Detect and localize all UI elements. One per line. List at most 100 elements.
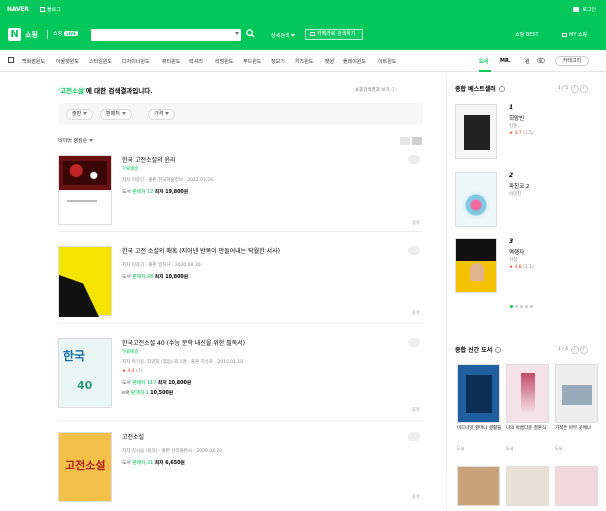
- detail-search-button[interactable]: 상세검색: [271, 32, 296, 39]
- wishlist-button[interactable]: [408, 432, 420, 441]
- filter-price[interactable]: 가격: [148, 109, 176, 120]
- search-input[interactable]: [91, 29, 241, 41]
- product-title[interactable]: 한국고전소설 40 (수능 문학 내신을 위한 필독서): [122, 338, 245, 347]
- product-title[interactable]: 한국 고전 소설의 매혹 (지어낸 반복이 만들어내는 탁월한 서사): [122, 246, 280, 255]
- chevron-down-icon: [83, 112, 88, 115]
- shopping-live-link[interactable]: 쇼핑 LIVE: [53, 30, 79, 37]
- free-shipping-badge: 무료배송: [122, 350, 139, 355]
- book-cover[interactable]: 한국 40: [58, 338, 112, 408]
- prev-button[interactable]: ‹: [570, 85, 579, 93]
- carousel-dot[interactable]: [510, 305, 513, 308]
- book-cover[interactable]: [506, 466, 549, 506]
- brand-link[interactable]: MR.: [500, 58, 511, 64]
- product-meta: 저자 이종인 · 출판 한국학술정보 · 2022.07.24.: [122, 178, 215, 183]
- brand-link[interactable]: 윈: [525, 58, 530, 65]
- product-item[interactable]: 고전소설 고전소설 저자 김시습 (원작) · 출판 신라출판사 · 2009.…: [58, 432, 423, 502]
- share-button[interactable]: 공유: [412, 494, 420, 500]
- cat-item[interactable]: 플레이윈도: [343, 58, 366, 65]
- new-book-title[interactable]: 나의 아름다운 결혼식: [506, 426, 551, 432]
- best-title[interactable]: 역행자: [509, 248, 524, 256]
- product-item[interactable]: 한국 40 한국고전소설 40 (수능 문학 내신을 위한 필독서) 무료배송 …: [58, 338, 423, 413]
- price-line: 도서 판매처 48 최저 10,800원: [122, 275, 189, 280]
- seller-count-link[interactable]: 판매처 48: [132, 275, 153, 280]
- next-button[interactable]: ›: [579, 85, 588, 93]
- wishlist-button[interactable]: [408, 338, 420, 347]
- book-cover[interactable]: [555, 466, 598, 506]
- shopping-best-link[interactable]: 쇼핑 BEST: [515, 31, 539, 38]
- toggle-switch[interactable]: [537, 58, 545, 63]
- book-cover[interactable]: [457, 466, 500, 506]
- book-cover[interactable]: [455, 104, 497, 159]
- product-item[interactable]: 한국 고전 소설의 매혹 (지어낸 반복이 만들어내는 탁월한 서사) 저자 김…: [58, 246, 423, 316]
- next-button[interactable]: ›: [579, 346, 588, 354]
- cat-item[interactable]: 장보기: [271, 58, 285, 65]
- product-title[interactable]: 한국 고전소설의 윤리: [122, 155, 176, 164]
- cat-item[interactable]: 리빙윈도: [215, 58, 233, 65]
- blog-link[interactable]: 블로그: [40, 6, 61, 13]
- cat-item-books[interactable]: 도서: [479, 58, 488, 65]
- rank: 2: [509, 172, 514, 179]
- share-button[interactable]: 공유: [412, 407, 420, 413]
- book-cover[interactable]: [506, 364, 549, 423]
- wishlist-button[interactable]: [408, 246, 420, 255]
- share-button[interactable]: 공유: [412, 310, 420, 316]
- filter-publisher[interactable]: 출판: [66, 109, 94, 120]
- search-button[interactable]: [246, 29, 258, 41]
- naver-logo[interactable]: NAVER: [7, 6, 29, 13]
- cat-item[interactable]: 푸드윈도: [243, 58, 261, 65]
- carousel-dot[interactable]: [525, 305, 528, 308]
- cat-item[interactable]: 키즈윈도: [295, 58, 313, 65]
- info-icon[interactable]: [495, 347, 502, 353]
- info-icon[interactable]: [498, 86, 505, 92]
- book-cover[interactable]: 고전소설: [58, 432, 112, 502]
- new-book-title[interactable]: 기적은 아무 곳에나: [555, 426, 600, 432]
- book-cover[interactable]: [58, 246, 112, 316]
- home-icon[interactable]: [8, 57, 14, 63]
- book-cover[interactable]: [58, 155, 112, 225]
- chevron-down-icon[interactable]: [235, 32, 239, 35]
- seller-count-link[interactable]: 판매처 21: [132, 461, 153, 466]
- book-cover[interactable]: [455, 238, 497, 293]
- book-cover[interactable]: [555, 364, 598, 423]
- seller-count-link[interactable]: 판매처 1: [131, 391, 149, 396]
- list-view-icon[interactable]: [400, 137, 410, 145]
- shopping-title[interactable]: 쇼핑: [25, 30, 38, 40]
- cat-item[interactable]: 아트윈도: [378, 58, 396, 65]
- product-title[interactable]: 고전소설: [122, 432, 144, 441]
- product-meta: 저자 김시습 (원작) · 출판 신라출판사 · 2009.04.20.: [122, 449, 224, 454]
- report-link[interactable]: 쇼핑검색결과 보기 ⓘ: [355, 87, 395, 93]
- best-title[interactable]: 희망빈: [509, 114, 524, 122]
- cat-item[interactable]: 펫윈: [325, 58, 334, 65]
- new-books-title: 종합 신간 도서: [455, 345, 502, 354]
- prev-button[interactable]: ‹: [570, 346, 579, 354]
- cat-item[interactable]: 백화점윈도: [22, 58, 45, 65]
- carousel-dot[interactable]: [520, 305, 523, 308]
- category-more-button[interactable]: 카테고리: [555, 56, 589, 66]
- wishlist-button[interactable]: [408, 155, 420, 164]
- book-cover[interactable]: [455, 172, 497, 227]
- cat-item[interactable]: 디자이너윈도: [122, 58, 150, 65]
- bag-icon: [562, 33, 567, 37]
- login-link[interactable]: 로그인: [573, 6, 596, 13]
- n-logo[interactable]: N: [8, 28, 21, 41]
- carousel-dot[interactable]: [530, 305, 533, 308]
- seller-count-link[interactable]: 판매처 12: [132, 190, 153, 195]
- best-title[interactable]: 파친코 2: [509, 182, 529, 190]
- product-item[interactable]: 한국 고전소설의 윤리 무료배송 저자 이종인 · 출판 한국학술정보 · 20…: [58, 155, 423, 226]
- grid-view-icon[interactable]: [412, 137, 422, 145]
- share-button[interactable]: 공유: [412, 220, 420, 226]
- best-author: 이민진: [509, 192, 522, 197]
- cat-item[interactable]: 럭셔리: [189, 58, 203, 65]
- cat-item[interactable]: 아울렛윈도: [56, 58, 79, 65]
- filter-seller[interactable]: 판매처: [100, 109, 132, 120]
- sort-dropdown[interactable]: 네이버 랭킹순: [58, 137, 94, 144]
- carousel-dot[interactable]: [515, 305, 518, 308]
- seller-count-link[interactable]: 판매처 117: [132, 381, 156, 386]
- camera-search-button[interactable]: 카메라로 검색하기: [305, 29, 363, 40]
- my-shopping-link[interactable]: MY 쇼핑: [562, 31, 587, 38]
- cat-item[interactable]: 스타일윈도: [89, 58, 112, 65]
- cat-item[interactable]: 뷰티윈도: [162, 58, 180, 65]
- view-toggle[interactable]: [400, 137, 422, 145]
- book-cover[interactable]: [457, 364, 500, 423]
- new-book-title[interactable]: 미드나잇 할머니 생활을: [457, 426, 502, 432]
